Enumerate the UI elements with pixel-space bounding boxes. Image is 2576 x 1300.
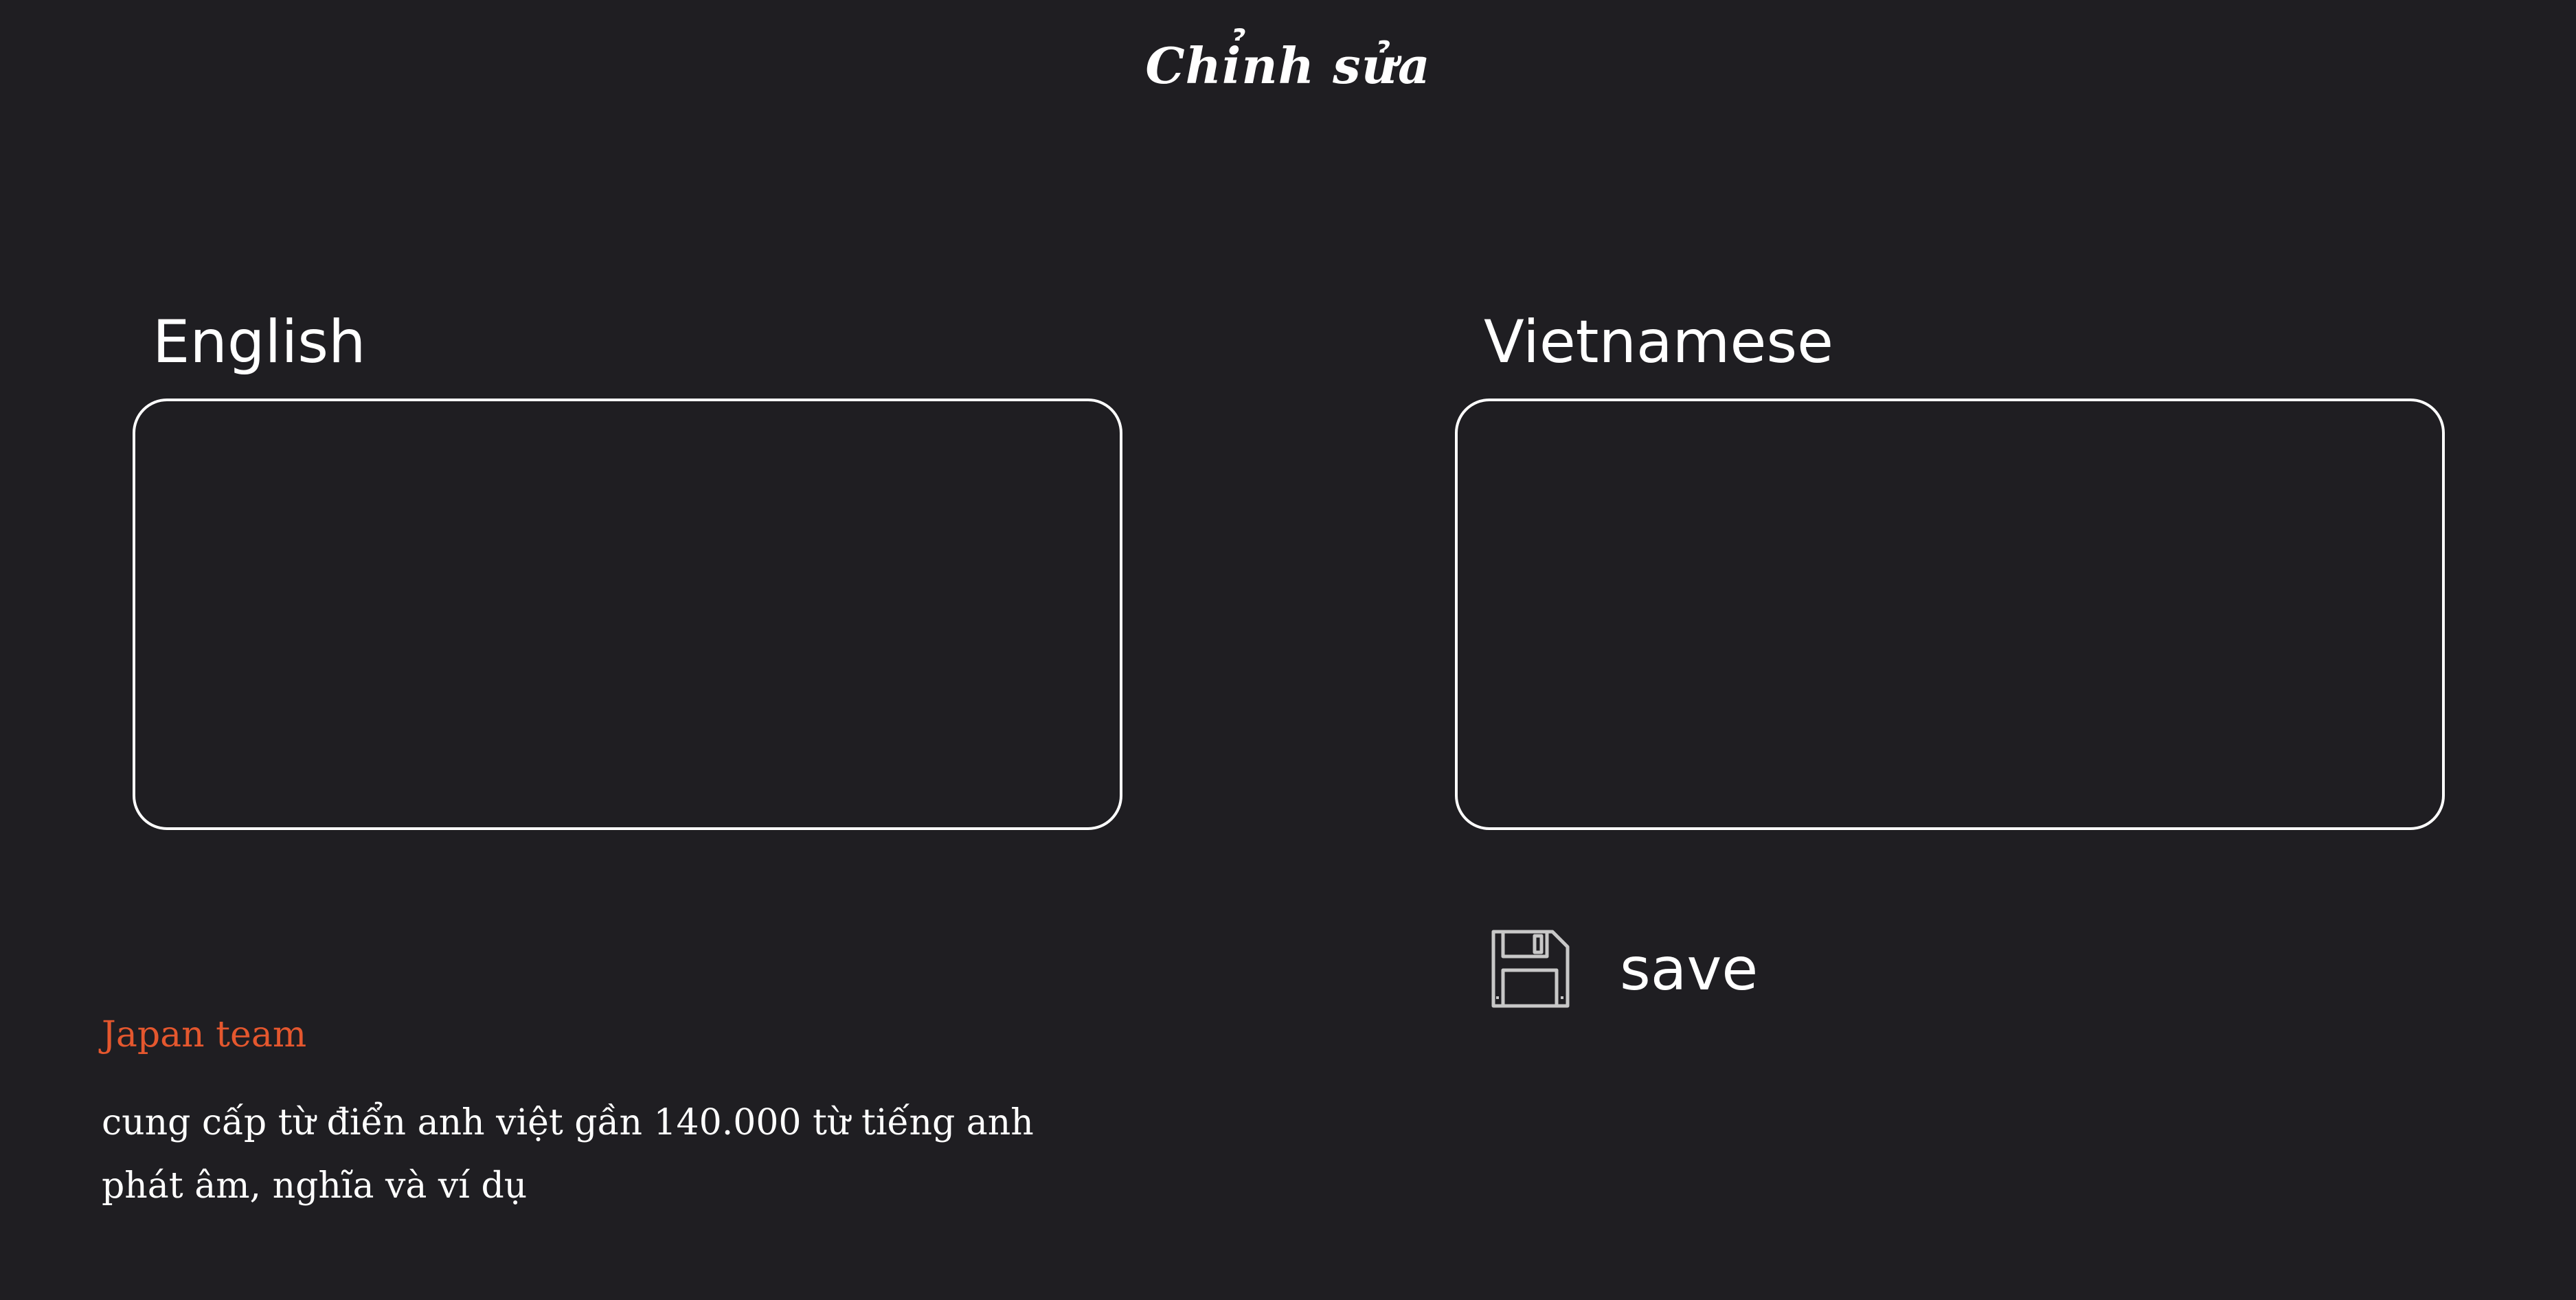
team-name: Japan team	[102, 1014, 307, 1055]
vietnamese-label: Vietnamese	[1484, 308, 1834, 377]
save-button[interactable]: save	[1487, 923, 1775, 1016]
description-line: phát âm, nghĩa và ví dụ	[102, 1165, 528, 1207]
floppy-disk-icon	[1491, 930, 1570, 1008]
app-description: cung cấp từ điển anh việt gần 140.000 từ…	[102, 1091, 1132, 1218]
vietnamese-input[interactable]	[1455, 399, 2445, 830]
english-label: English	[152, 308, 366, 377]
description-line: cung cấp từ điển anh việt gần 140.000 từ…	[102, 1102, 1034, 1143]
english-input[interactable]	[133, 399, 1122, 830]
page-title: Chỉnh sửa	[1145, 36, 1431, 95]
save-label: save	[1620, 935, 1759, 1004]
